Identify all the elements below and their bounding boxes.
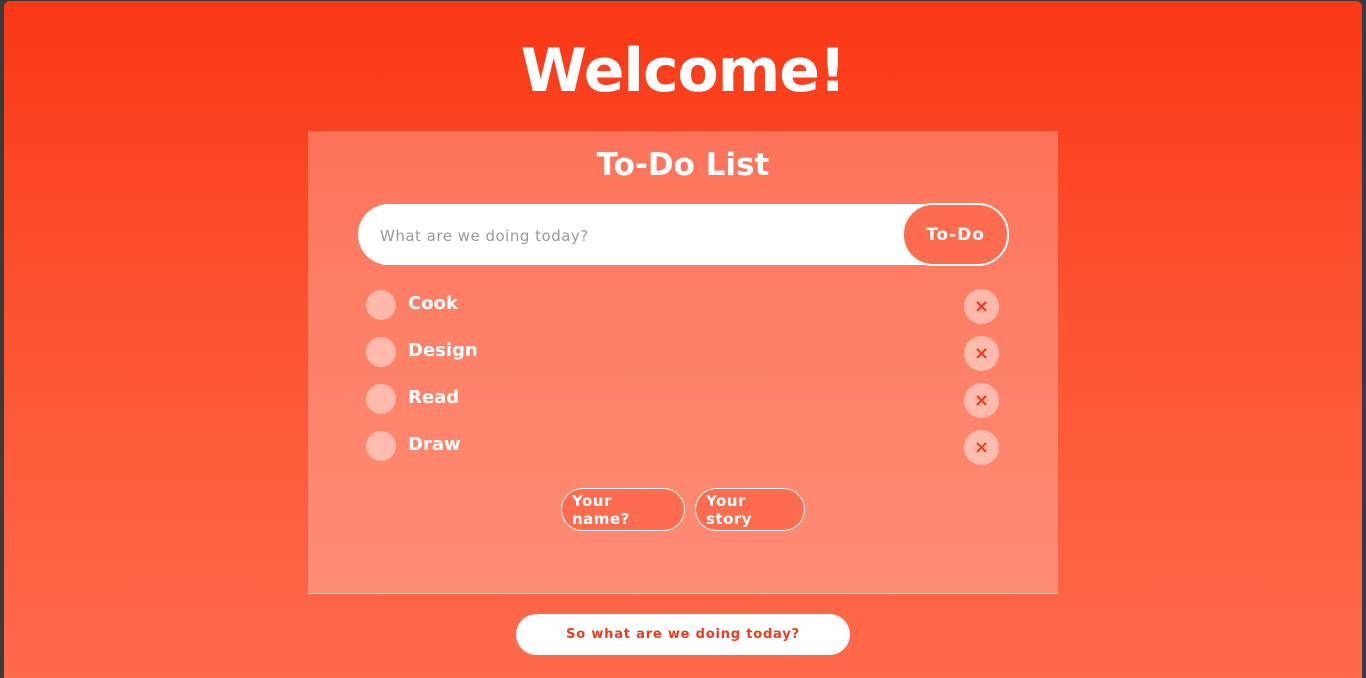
todo-input[interactable] [378,204,902,267]
cta-button[interactable]: So what are we doing today? [516,614,850,655]
item-checkbox[interactable] [366,384,396,414]
your-name-button[interactable]: Your name? [561,488,685,531]
list-item: Draw × [366,430,999,477]
item-checkbox[interactable] [366,337,396,367]
item-checkbox[interactable] [366,431,396,461]
close-icon[interactable]: × [964,336,999,371]
todo-list: Cook × Design × Read × Draw × [366,289,999,477]
item-label: Draw [408,434,461,455]
page-title: Welcome! [520,36,847,106]
list-item: Design × [366,336,999,383]
profile-links: Your name? Your story [308,488,1058,531]
add-todo-button[interactable]: To-Do [902,203,1009,266]
app-window: Welcome! To-Do List To-Do Cook × Design … [4,1,1362,678]
card-title: To-Do List [596,147,770,183]
item-label: Read [408,387,460,408]
list-item: Read × [366,383,999,430]
close-icon[interactable]: × [964,289,999,324]
item-label: Design [408,340,478,361]
list-item: Cook × [366,289,999,336]
todo-card: To-Do List To-Do Cook × Design × Read × [308,131,1058,594]
close-icon[interactable]: × [964,430,999,465]
todo-input-group: To-Do [358,203,1009,267]
item-checkbox[interactable] [366,290,396,320]
item-label: Cook [408,293,458,314]
close-icon[interactable]: × [964,383,999,418]
your-story-button[interactable]: Your story [695,488,805,531]
